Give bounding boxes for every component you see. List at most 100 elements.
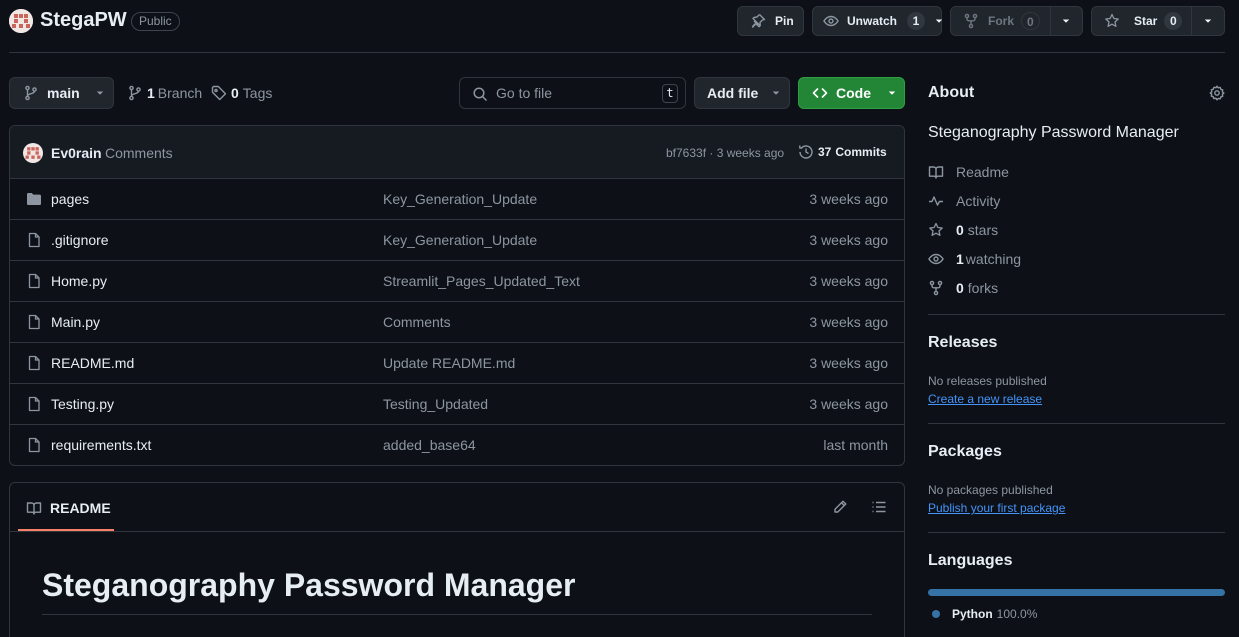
- star-label: Star: [1134, 14, 1158, 28]
- about-heading: About: [928, 84, 975, 101]
- chevron-down-icon[interactable]: [933, 15, 945, 27]
- file-commit-message[interactable]: Key_Generation_Update: [383, 191, 537, 207]
- unwatch-label: Unwatch: [847, 14, 898, 28]
- file-icon: [26, 396, 42, 412]
- activity-link[interactable]: Activity: [928, 193, 1000, 209]
- watching-link[interactable]: 1 watching: [928, 251, 1021, 267]
- add-file-button[interactable]: Add file: [694, 77, 790, 109]
- gear-icon[interactable]: [1209, 85, 1225, 101]
- file-icon: [26, 314, 42, 330]
- language-item-python[interactable]: Python 100.0%: [932, 607, 1037, 621]
- code-button[interactable]: Code: [798, 77, 905, 109]
- commits-count: 37: [818, 145, 832, 159]
- forks-label: forks: [967, 280, 999, 296]
- stars-count: 0: [956, 222, 964, 238]
- file-name[interactable]: Home.py: [51, 273, 107, 289]
- pin-button[interactable]: Pin: [737, 6, 804, 36]
- add-file-label: Add file: [707, 85, 759, 101]
- chevron-down-icon: [94, 87, 106, 99]
- outline-list-icon[interactable]: [871, 499, 887, 515]
- commits-link[interactable]: 37 Commits: [798, 144, 887, 160]
- file-commit-message[interactable]: added_base64: [383, 437, 476, 453]
- latest-commit-bar: Ev0rain Comments bf7633f · 3 weeks ago 3…: [10, 126, 904, 179]
- repo-name[interactable]: StegaPW: [40, 9, 127, 32]
- search-icon: [472, 86, 488, 102]
- tags-label: Tags: [242, 85, 273, 101]
- edit-icon[interactable]: [832, 499, 848, 515]
- watch-count: 1: [907, 12, 926, 30]
- file-row[interactable]: .gitignore Key_Generation_Update 3 weeks a…: [10, 219, 904, 260]
- branch-name: main: [47, 85, 80, 101]
- file-row[interactable]: Testing.py Testing_Updated 3 weeks ago: [10, 383, 904, 424]
- forks-link[interactable]: 0 forks: [928, 280, 998, 296]
- commit-author[interactable]: Ev0rain: [51, 145, 102, 161]
- book-icon: [26, 500, 42, 516]
- readme-tab[interactable]: README: [18, 483, 114, 531]
- eye-icon: [823, 13, 839, 29]
- watching-count: 1: [956, 251, 964, 267]
- star-button[interactable]: Star 0: [1091, 6, 1225, 36]
- header-divider: [9, 52, 1225, 53]
- watching-label: watching: [965, 251, 1022, 267]
- publish-package-link[interactable]: Publish your first package: [928, 501, 1065, 515]
- fork-icon: [963, 13, 979, 29]
- readme-panel: README Steganography Password Manager: [9, 482, 905, 637]
- stars-link[interactable]: 0 stars: [928, 222, 998, 238]
- file-row[interactable]: pages Key_Generation_Update 3 weeks ago: [10, 178, 904, 219]
- language-dot: [932, 610, 940, 618]
- branches-link[interactable]: 1 Branch: [127, 85, 202, 101]
- branch-selector[interactable]: main: [9, 77, 114, 109]
- file-commit-message[interactable]: Update README.md: [383, 355, 515, 371]
- create-release-link[interactable]: Create a new release: [928, 392, 1042, 406]
- readme-tab-label: README: [50, 500, 111, 516]
- file-row[interactable]: Main.py Comments 3 weeks ago: [10, 301, 904, 342]
- repo-avatar[interactable]: [9, 9, 33, 33]
- packages-empty: No packages published: [928, 483, 1053, 497]
- file-name[interactable]: requirements.txt: [51, 437, 151, 453]
- file-commit-message[interactable]: Streamlit_Pages_Updated_Text: [383, 273, 580, 289]
- repo-description: Steganography Password Manager: [928, 124, 1179, 141]
- code-icon: [812, 85, 828, 101]
- branch-icon: [127, 85, 143, 101]
- tag-icon: [211, 85, 227, 101]
- unwatch-button[interactable]: Unwatch 1: [812, 6, 945, 36]
- file-commit-message[interactable]: Testing_Updated: [383, 396, 488, 412]
- file-row[interactable]: requirements.txt added_base64 last month: [10, 424, 904, 465]
- readme-link[interactable]: Readme: [928, 164, 1009, 180]
- packages-heading[interactable]: Packages: [928, 443, 1002, 461]
- pulse-icon: [928, 193, 955, 209]
- releases-heading[interactable]: Releases: [928, 334, 997, 352]
- commit-hash-time[interactable]: bf7633f · 3 weeks ago: [666, 146, 784, 160]
- file-commit-message[interactable]: Comments: [383, 314, 451, 330]
- file-row[interactable]: Home.py Streamlit_Pages_Updated_Text 3 wee…: [10, 260, 904, 301]
- readme-link-label: Readme: [956, 164, 1009, 180]
- pin-icon: [750, 13, 766, 29]
- file-commit-message[interactable]: Key_Generation_Update: [383, 232, 537, 248]
- stars-label: stars: [967, 222, 999, 238]
- file-name[interactable]: Testing.py: [51, 396, 114, 412]
- chevron-down-icon[interactable]: [1202, 15, 1214, 27]
- file-name[interactable]: README.md: [51, 355, 134, 371]
- file-name[interactable]: pages: [51, 191, 89, 207]
- star-icon: [928, 222, 955, 238]
- file-icon: [26, 232, 42, 248]
- file-icon: [26, 355, 42, 371]
- file-name[interactable]: .gitignore: [51, 232, 109, 248]
- file-row[interactable]: README.md Update README.md 3 weeks ago: [10, 342, 904, 383]
- fork-button[interactable]: Fork 0: [950, 6, 1083, 36]
- go-to-file-input[interactable]: Go to file t: [459, 77, 686, 109]
- chevron-down-icon[interactable]: [1060, 15, 1072, 27]
- file-icon: [26, 273, 42, 289]
- folder-icon: [26, 191, 42, 207]
- readme-heading: Steganography Password Manager: [42, 567, 576, 603]
- star-icon: [1104, 13, 1120, 29]
- code-label: Code: [836, 85, 871, 101]
- language-bar: [928, 589, 1225, 596]
- tags-link[interactable]: 0 Tags: [211, 85, 272, 101]
- commit-message[interactable]: Comments: [105, 145, 173, 161]
- file-age: last month: [823, 437, 888, 453]
- author-avatar[interactable]: [23, 143, 43, 163]
- pin-label: Pin: [775, 14, 794, 28]
- file-name[interactable]: Main.py: [51, 314, 100, 330]
- shortcut-key: t: [662, 84, 678, 103]
